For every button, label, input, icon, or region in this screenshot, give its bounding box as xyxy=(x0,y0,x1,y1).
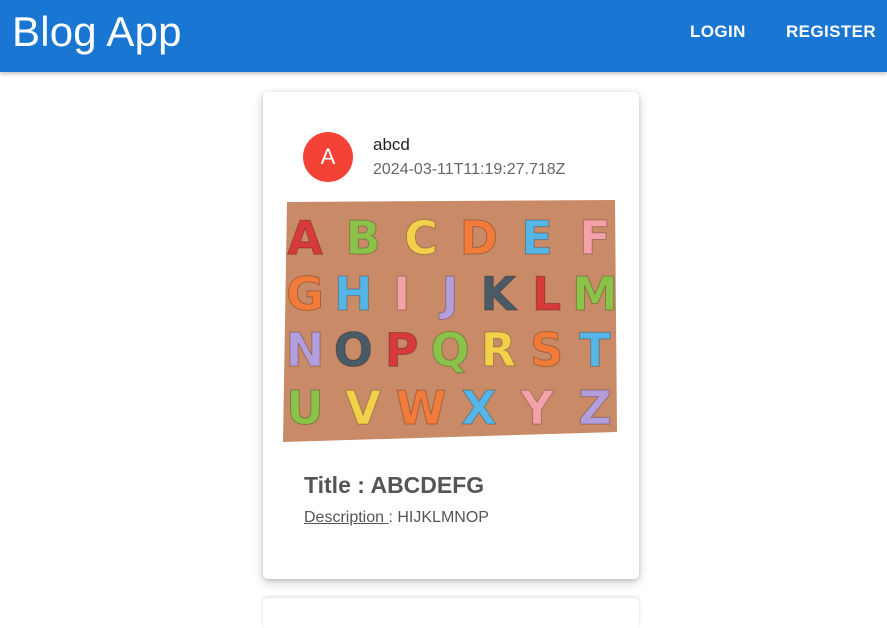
letter-c: C xyxy=(404,211,438,265)
title-value: ABCDEFG xyxy=(370,472,485,498)
letter-w: W xyxy=(396,381,447,435)
letter-x: X xyxy=(461,381,496,435)
letter-v: V xyxy=(345,381,381,435)
letter-i: I xyxy=(393,267,410,321)
letter-e: E xyxy=(521,211,552,265)
description-label: Description xyxy=(304,509,389,526)
login-button[interactable]: LOGIN xyxy=(690,19,746,45)
letter-h: H xyxy=(334,267,373,321)
app-title: Blog App xyxy=(12,8,182,55)
letter-l: L xyxy=(532,267,561,321)
letter-t: T xyxy=(579,323,611,377)
next-post-card xyxy=(263,598,639,628)
letter-f: F xyxy=(579,211,610,265)
post-image: A B C D E F G H I J K L M N O P Q R S T U V W X Y Z xyxy=(283,200,618,442)
letter-p: P xyxy=(385,323,419,377)
letter-b: B xyxy=(345,211,380,265)
avatar: A xyxy=(303,132,353,182)
letter-z: Z xyxy=(578,381,611,435)
post-author: abcd xyxy=(373,135,410,154)
register-button[interactable]: REGISTER xyxy=(786,19,876,45)
letter-q: Q xyxy=(430,323,469,377)
puzzle-board xyxy=(283,200,617,442)
letter-m: M xyxy=(572,267,618,321)
letter-r: R xyxy=(481,323,516,377)
letter-u: U xyxy=(286,381,323,435)
title-label: Title : xyxy=(304,472,371,498)
post-card: A abcd 2024-03-11T11:19:27.718Z ABCDEFGH… xyxy=(263,92,639,579)
letter-s: S xyxy=(530,323,563,377)
letter-y: Y xyxy=(519,381,554,435)
letter-o: O xyxy=(334,323,373,377)
letter-k: K xyxy=(481,267,519,321)
post-description: Description : HIJKLMNOP xyxy=(304,507,489,529)
letter-a: A xyxy=(287,211,323,265)
letter-g: G xyxy=(286,267,324,321)
letter-d: D xyxy=(460,211,498,265)
description-value: HIJKLMNOP xyxy=(397,509,489,526)
post-title: Title : ABCDEFG xyxy=(304,470,484,500)
app-bar: Blog App LOGIN REGISTER xyxy=(0,0,887,72)
post-date: 2024-03-11T11:19:27.718Z xyxy=(373,161,566,178)
letter-j: J xyxy=(438,267,458,321)
letter-n: N xyxy=(286,323,325,377)
